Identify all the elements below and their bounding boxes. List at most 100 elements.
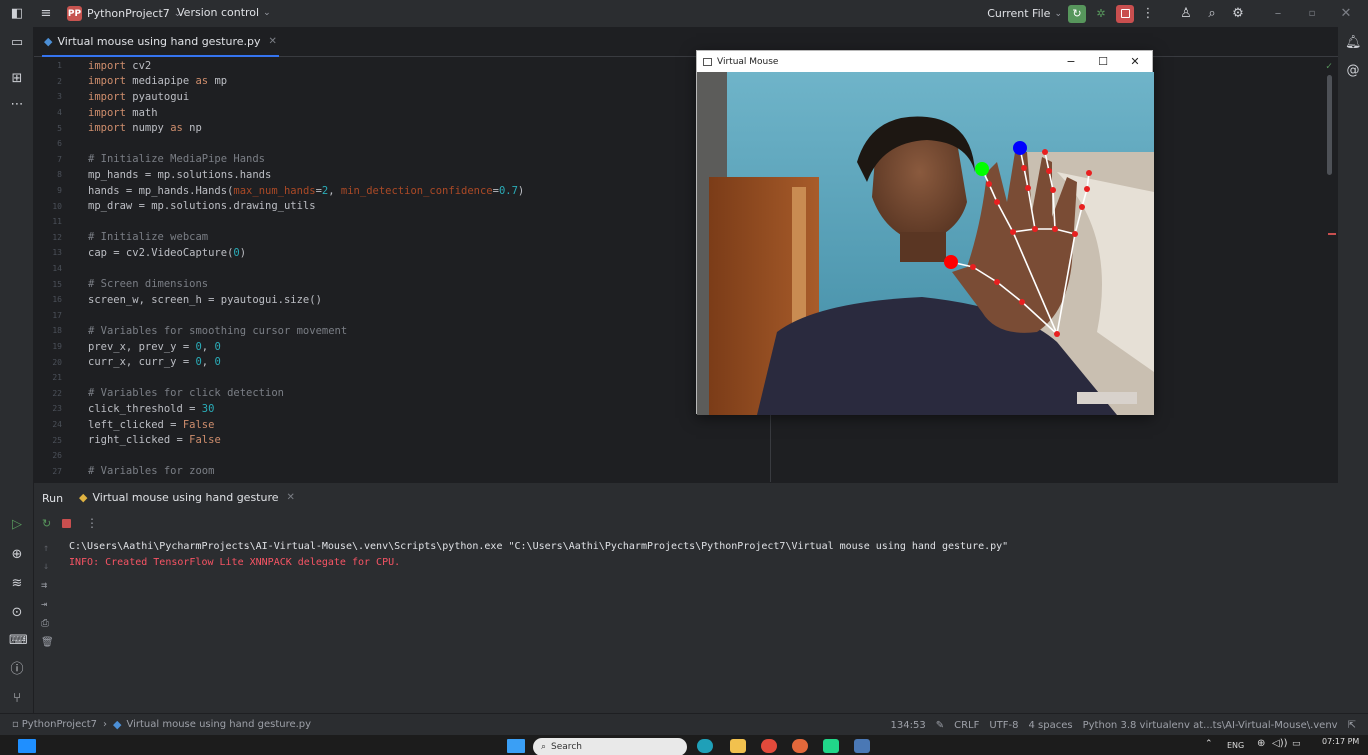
chevron-right-icon: › bbox=[103, 719, 108, 730]
line-number[interactable]: 13 bbox=[34, 248, 62, 257]
line-number[interactable]: 14 bbox=[34, 264, 62, 273]
tray-chevron-icon[interactable]: ⌃ bbox=[1205, 739, 1213, 749]
line-number[interactable]: 17 bbox=[34, 311, 62, 320]
project-selector[interactable]: PP PythonProject7 ⌄ bbox=[67, 6, 181, 21]
python-taskbar-icon[interactable] bbox=[854, 739, 870, 753]
line-number[interactable]: 19 bbox=[34, 342, 62, 351]
run-tool-icon[interactable]: ▷ bbox=[9, 517, 25, 533]
settings-gear-icon[interactable]: ⚙ bbox=[1230, 6, 1246, 22]
file-explorer-icon[interactable] bbox=[730, 739, 746, 753]
caret-position[interactable]: 134:53 bbox=[891, 720, 926, 731]
breadcrumb-project[interactable]: PythonProject7 bbox=[22, 719, 97, 730]
windows-start-icon[interactable] bbox=[18, 739, 36, 753]
restore-window-icon[interactable]: ▫ bbox=[1304, 6, 1320, 22]
vcs-selector[interactable]: Version control ⌄ bbox=[177, 6, 271, 19]
close-window-icon[interactable]: ✕ bbox=[1338, 6, 1354, 22]
add-user-icon[interactable]: ♙ bbox=[1178, 6, 1194, 22]
run-tab[interactable]: Run bbox=[42, 492, 63, 505]
line-number[interactable]: 2 bbox=[34, 77, 62, 86]
edge-browser-icon[interactable] bbox=[697, 739, 713, 753]
line-number[interactable]: 1 bbox=[34, 61, 62, 70]
run-config-tab[interactable]: ◆ Virtual mouse using hand gesture ✕ bbox=[79, 491, 295, 504]
rerun-button[interactable]: ↻ bbox=[1068, 4, 1086, 23]
line-number[interactable]: 3 bbox=[34, 92, 62, 101]
terminal-icon[interactable]: ⌨ bbox=[9, 633, 28, 649]
line-number[interactable]: 11 bbox=[34, 217, 62, 226]
more-tools-icon[interactable]: ⋯ bbox=[9, 97, 25, 113]
network-icon[interactable]: ⊕ bbox=[1257, 738, 1265, 749]
more-icon[interactable]: ⋮ bbox=[1140, 6, 1156, 22]
print-icon[interactable]: ⎙ bbox=[41, 618, 49, 629]
git-icon[interactable]: ⑂ bbox=[9, 691, 25, 707]
clock[interactable]: 07:17 PM bbox=[1322, 737, 1359, 746]
line-number[interactable]: 20 bbox=[34, 358, 62, 367]
run-config-selector[interactable]: Current File ⌄ bbox=[987, 7, 1062, 20]
notifications-icon[interactable]: 🔔︎ bbox=[1345, 35, 1362, 51]
line-number[interactable]: 8 bbox=[34, 170, 62, 179]
stop-icon[interactable] bbox=[62, 519, 71, 528]
problems-icon[interactable]: ⓘ bbox=[9, 662, 25, 678]
line-number[interactable]: 10 bbox=[34, 202, 62, 211]
scroll-down-icon[interactable]: ↓ bbox=[43, 561, 49, 572]
services-icon[interactable]: ⊙ bbox=[9, 605, 25, 621]
python-interpreter[interactable]: Python 3.8 virtualenv at...ts\AI-Virtual… bbox=[1083, 720, 1338, 731]
share-icon[interactable]: ⇱ bbox=[1348, 720, 1356, 731]
scroll-to-end-icon[interactable]: ⇥ bbox=[41, 599, 47, 610]
media-player-icon[interactable] bbox=[792, 739, 808, 753]
line-separator[interactable]: CRLF bbox=[954, 720, 979, 731]
more-icon[interactable]: ⋮ bbox=[86, 516, 98, 530]
language-indicator[interactable]: ENG bbox=[1227, 741, 1244, 750]
line-number[interactable]: 26 bbox=[34, 451, 62, 460]
line-number[interactable]: 25 bbox=[34, 436, 62, 445]
pycharm-taskbar-icon[interactable] bbox=[823, 739, 839, 753]
readonly-lock-icon[interactable]: ✎ bbox=[936, 720, 944, 731]
line-number[interactable]: 15 bbox=[34, 280, 62, 289]
ai-assistant-icon[interactable]: @ bbox=[1345, 63, 1361, 79]
window-titlebar[interactable]: Virtual Mouse − ☐ ✕ bbox=[697, 51, 1152, 72]
editor-tab-active[interactable]: ◆ Virtual mouse using hand gesture.py ✕ bbox=[42, 27, 279, 57]
line-number[interactable]: 23 bbox=[34, 404, 62, 413]
window-close-button[interactable]: ✕ bbox=[1120, 51, 1150, 72]
volume-icon[interactable]: ◁)) bbox=[1272, 738, 1288, 749]
line-number[interactable]: 5 bbox=[34, 124, 62, 133]
minimize-window-icon[interactable]: – bbox=[1270, 6, 1286, 22]
line-number[interactable]: 4 bbox=[34, 108, 62, 117]
line-number[interactable]: 22 bbox=[34, 389, 62, 398]
structure-icon[interactable]: ⊞ bbox=[9, 71, 25, 87]
scroll-up-icon[interactable]: ↑ bbox=[43, 543, 49, 554]
line-number[interactable]: 7 bbox=[34, 155, 62, 164]
indent-setting[interactable]: 4 spaces bbox=[1029, 720, 1073, 731]
taskbar-search[interactable]: ⌕ Search bbox=[533, 738, 687, 755]
window-minimize-button[interactable]: − bbox=[1056, 51, 1086, 72]
editor-scrollbar[interactable] bbox=[1327, 75, 1332, 175]
line-number[interactable]: 18 bbox=[34, 326, 62, 335]
chrome-icon[interactable] bbox=[761, 739, 777, 753]
search-icon[interactable]: ⌕ bbox=[1204, 6, 1220, 22]
file-encoding[interactable]: UTF-8 bbox=[989, 720, 1018, 731]
line-number[interactable]: 24 bbox=[34, 420, 62, 429]
line-number[interactable]: 21 bbox=[34, 373, 62, 382]
stop-button[interactable] bbox=[1116, 4, 1134, 23]
project-folder-icon[interactable]: ▭ bbox=[9, 35, 25, 51]
line-number[interactable]: 6 bbox=[34, 139, 62, 148]
line-number[interactable]: 12 bbox=[34, 233, 62, 242]
line-number[interactable]: 16 bbox=[34, 295, 62, 304]
soft-wrap-icon[interactable]: ⇉ bbox=[41, 580, 47, 591]
line-number[interactable]: 9 bbox=[34, 186, 62, 195]
hamburger-menu-icon[interactable]: ≡ bbox=[38, 5, 54, 21]
layers-icon[interactable]: ≋ bbox=[9, 576, 25, 592]
python-console-icon[interactable]: ⊕ bbox=[9, 547, 25, 563]
trash-icon[interactable]: 🗑︎ bbox=[41, 637, 54, 648]
window-maximize-button[interactable]: ☐ bbox=[1088, 51, 1118, 72]
rerun-icon[interactable]: ↻ bbox=[42, 517, 51, 530]
debug-button[interactable]: ✲ bbox=[1092, 5, 1110, 23]
breadcrumb-file[interactable]: Virtual mouse using hand gesture.py bbox=[127, 719, 312, 730]
virtual-mouse-window[interactable]: Virtual Mouse − ☐ ✕ bbox=[696, 50, 1154, 415]
close-run-tab-icon[interactable]: ✕ bbox=[287, 492, 295, 503]
windows-logo-icon[interactable] bbox=[507, 739, 525, 753]
line-number[interactable]: 27 bbox=[34, 467, 62, 476]
battery-icon[interactable]: ▭ bbox=[1292, 739, 1301, 749]
close-tab-icon[interactable]: ✕ bbox=[269, 36, 277, 47]
app-menu-icon[interactable]: ◧ bbox=[9, 5, 25, 21]
run-console[interactable]: ↑ ↓ ⇉ ⇥ ⎙ 🗑︎ C:\Users\Aathi\PycharmProje… bbox=[34, 538, 1338, 713]
